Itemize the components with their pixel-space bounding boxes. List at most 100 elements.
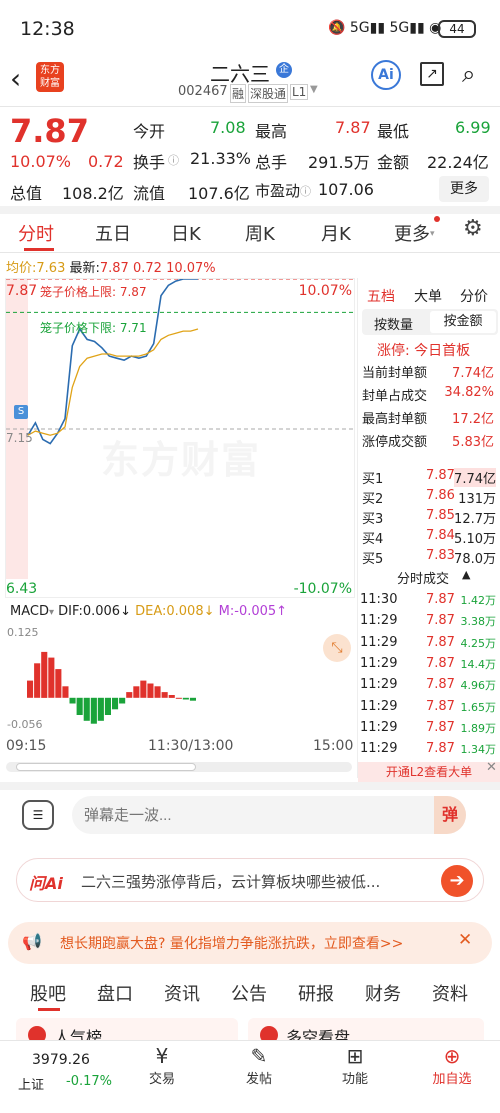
bid-row: 买5 7.83 78.0万 — [360, 548, 498, 568]
tab-price-dist[interactable]: 分价 — [460, 286, 488, 306]
danmu-toggle-button[interactable]: 弹 — [434, 796, 466, 834]
trade-row: 11:29 7.87 1.89万 — [360, 720, 498, 740]
tab-more[interactable]: 更多 — [394, 220, 430, 246]
time-scrollbar[interactable] — [6, 762, 352, 772]
l2-upgrade-banner[interactable]: 开通L2查看大单 — [358, 762, 500, 782]
lower-cage-label: 笼子价格下限: 7.71 — [40, 321, 147, 335]
upper-cage-label: 笼子价格上限: 7.87 — [40, 285, 147, 299]
tab-monthly[interactable]: 月K — [321, 220, 351, 246]
chevron-down-icon[interactable]: ▾ — [49, 607, 54, 618]
trade-row: 11:29 7.87 4.96万 — [360, 677, 498, 697]
bid-row: 买4 7.84 5.10万 — [360, 528, 498, 548]
trade-price: 7.87 — [426, 741, 455, 757]
bid-label: 买3 — [362, 512, 384, 527]
bid-label: 买1 — [362, 472, 384, 487]
nav-functions[interactable]: ⊞ 功能 — [315, 1044, 395, 1087]
grid-icon: ⊞ — [346, 1044, 364, 1068]
info-icon[interactable]: ⓘ — [168, 152, 179, 168]
info-icon[interactable]: ⓘ — [300, 183, 311, 199]
bid-price: 7.85 — [426, 508, 455, 523]
megaphone-icon: 📢 — [22, 932, 42, 951]
nav-add-watchlist[interactable]: ⊕ 加自选 — [412, 1044, 492, 1087]
gear-icon[interactable]: ⚙ — [463, 216, 483, 241]
tab-weekly[interactable]: 周K — [245, 220, 275, 246]
tab-research[interactable]: 研报 — [298, 980, 334, 1006]
tab-profile[interactable]: 资料 — [432, 980, 468, 1006]
arrow-right-icon[interactable]: ➔ — [441, 865, 473, 897]
macd-bar — [62, 686, 69, 698]
back-icon[interactable]: ‹ — [10, 62, 21, 95]
add-circle-icon: ⊕ — [443, 1044, 461, 1068]
tag-margin: 融 — [230, 84, 247, 103]
scrollbar-thumb[interactable] — [16, 763, 196, 771]
tab-financials[interactable]: 财务 — [365, 980, 401, 1006]
trade-row: 11:29 7.87 4.25万 — [360, 635, 498, 655]
trade-time: 11:29 — [360, 698, 398, 714]
trade-time: 11:29 — [360, 677, 398, 693]
limit-stat-value: 7.74亿 — [452, 366, 494, 381]
bid-price: 7.84 — [426, 528, 455, 543]
ai-logo: 问Ai — [29, 874, 63, 893]
trade-time: 11:29 — [360, 655, 398, 671]
by-amount-option[interactable]: 按金额 — [430, 311, 496, 333]
nav-post[interactable]: ✎ 发帖 — [219, 1044, 299, 1087]
limit-stat-label: 涨停成交额 — [362, 435, 428, 450]
bid-label: 买4 — [362, 532, 384, 547]
macd-bar — [154, 686, 161, 698]
tag-connect: 深股通 — [248, 84, 289, 103]
time-mid: 11:30/13:00 — [148, 738, 234, 754]
nav-trade[interactable]: ¥ 交易 — [122, 1044, 202, 1087]
macd-bar — [104, 697, 111, 715]
tab-indicator — [38, 1008, 60, 1011]
search-icon[interactable]: ⌕ — [462, 60, 475, 88]
limit-stat-value: 5.83亿 — [452, 435, 494, 450]
comment-icon[interactable]: ☰ — [22, 800, 54, 830]
chevron-down-icon[interactable]: ▼ — [310, 84, 318, 95]
ai-button[interactable]: Ai — [371, 60, 401, 90]
tab-handicap[interactable]: 盘口 — [97, 980, 133, 1006]
arrow-down-icon: ↓ — [203, 604, 215, 619]
expand-icon[interactable]: ⤡ — [323, 634, 351, 662]
price-line — [27, 279, 198, 445]
caret-up-icon[interactable]: ▲ — [462, 568, 470, 581]
macd-bar — [48, 657, 55, 698]
tab-5day[interactable]: 五日 — [95, 220, 131, 246]
high-label: 最高 — [255, 122, 288, 141]
ad-banner[interactable]: 📢 想长期跑赢大盘? 量化指增力争能涨抗跌，立即查看>> ✕ — [8, 922, 492, 964]
pct-change: 10.07% — [10, 152, 72, 171]
index-name[interactable]: 上证 — [18, 1074, 44, 1093]
close-icon[interactable]: ✕ — [486, 760, 497, 775]
trade-title[interactable]: 分时成交 — [397, 568, 449, 587]
close-icon[interactable]: ✕ — [458, 930, 472, 950]
by-quantity-option[interactable]: 按数量 — [374, 314, 413, 333]
network-icons: 🔕 5G▮▮ 5G▮▮ ◉ — [328, 20, 442, 36]
more-button[interactable]: 更多 — [439, 176, 489, 202]
tab-large-order[interactable]: 大单 — [414, 286, 442, 306]
tab-five-level[interactable]: 五档 — [367, 286, 395, 306]
info-line: 均价:7.63 最新:7.87 0.72 10.07% — [6, 257, 216, 276]
trade-time: 11:29 — [360, 741, 398, 757]
share-icon[interactable]: ↗ — [420, 62, 444, 86]
tab-announcements[interactable]: 公告 — [231, 980, 267, 1006]
tab-forum[interactable]: 股吧 — [30, 980, 66, 1006]
avg-value: 7.63 — [36, 261, 66, 276]
latest-chg: 0.72 — [132, 261, 162, 276]
danmu-input[interactable] — [84, 802, 414, 828]
trade-row: 11:29 7.87 14.4万 — [360, 656, 498, 676]
intraday-chart[interactable]: 东方财富 7.87 10.07% 笼子价格上限: 7.87 笼子价格下限: 7.… — [5, 278, 356, 598]
limit-stat-value: 34.82% — [444, 385, 494, 400]
trade-volume: 3.38万 — [460, 615, 497, 629]
sell-marker[interactable]: S — [14, 405, 28, 419]
tab-news[interactable]: 资讯 — [164, 980, 200, 1006]
macd-bar — [41, 651, 48, 698]
open-label: 今开 — [133, 122, 166, 141]
macd-panel[interactable]: MACD▾ DIF:0.006↓ DEA:0.008↓ M:-0.005↑ 0.… — [5, 600, 355, 734]
tag-level[interactable]: L1 — [290, 84, 309, 100]
index-value[interactable]: 3979.26 — [32, 1052, 90, 1068]
ai-question-bar[interactable]: 问Ai 二六三强势涨停背后，云计算板块哪些被低... ➔ — [16, 858, 484, 902]
app-header: ‹ 东方 财富 二六三 企 002467 融 深股通 L1 ▼ Ai ↗ ⌕ — [0, 56, 500, 106]
chart-bottom-pct: -10.07% — [293, 581, 352, 597]
index-pct[interactable]: -0.17% — [66, 1074, 112, 1089]
tab-intraday[interactable]: 分时 — [18, 220, 54, 246]
tab-daily[interactable]: 日K — [171, 220, 201, 246]
